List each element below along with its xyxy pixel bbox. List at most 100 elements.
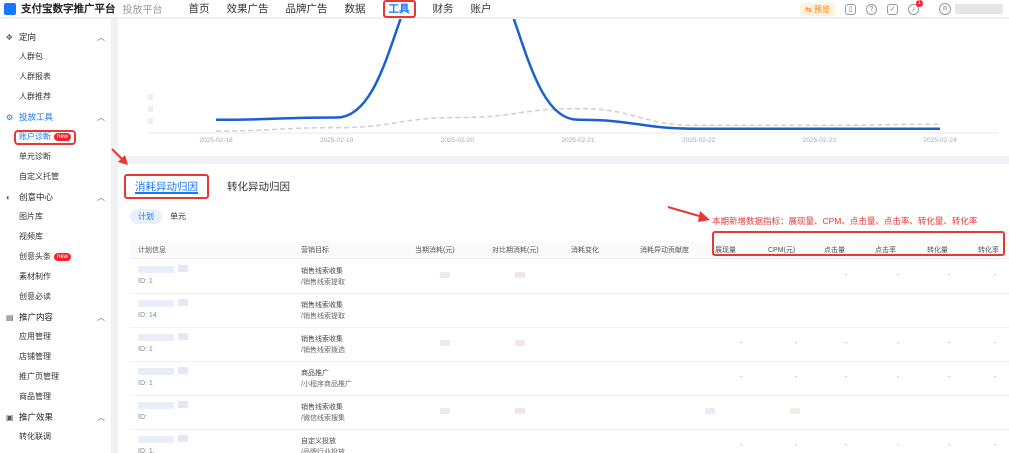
marketing-goal-sub: /销售线索拨选	[301, 347, 345, 354]
avatar[interactable]: ⍝	[939, 3, 951, 15]
new-metrics-note: 本期新增数据指标：展现量、CPM、点击量、点击率、转化量、转化率	[712, 216, 978, 226]
sidebar-item-audience-recommend[interactable]: 人群推荐	[0, 87, 111, 107]
tab-cost-change-attribution[interactable]: 消耗异动归因	[124, 174, 209, 199]
help-icon[interactable]: ?	[866, 3, 877, 15]
sidebar-item-creative-must-read[interactable]: 创意必读	[0, 287, 111, 307]
metric-empty-value: -	[740, 442, 743, 449]
metric-value-redacted	[440, 272, 450, 278]
sidebar-group-targeting[interactable]: ✥ 定向 ︿	[0, 27, 111, 47]
content-icon: ▤	[6, 312, 14, 322]
table-row[interactable]: ID: 1 商品推广/小程序商品推广 - - - - - -	[130, 362, 1009, 396]
sidebar-item-label: 创意必读	[19, 292, 51, 301]
marketing-goal-sub: /品牌行业投放	[301, 449, 345, 453]
sidebar-item-unit-diagnosis[interactable]: 单元诊断	[0, 147, 111, 167]
bell-icon[interactable]: ♪ 1	[908, 0, 923, 15]
metric-value-redacted	[515, 408, 525, 414]
preview-badge[interactable]: ⇆ 预览	[800, 2, 835, 16]
nav-finance[interactable]: 财务	[433, 0, 454, 18]
plan-name-redacted	[178, 299, 188, 306]
col-current-cost[interactable]: 当期消耗(元)	[415, 245, 455, 255]
brand-name: 支付宝数字推广平台	[21, 3, 116, 15]
nav-account[interactable]: 账户	[471, 0, 492, 18]
x-tick-label: 2025-02-20	[441, 137, 475, 144]
col-cost-contribution[interactable]: 消耗异动贡献度	[640, 245, 689, 255]
metric-empty-value: -	[795, 340, 798, 347]
sidebar: ✥ 定向 ︿ 人群包 人群报表 人群推荐 ⚙ 投放工具 ︿ 账户诊断 new 单…	[0, 19, 112, 453]
segment-unit[interactable]: 单元	[162, 209, 194, 224]
col-marketing-goal[interactable]: 营销目标	[301, 245, 329, 255]
nav-brand-ads[interactable]: 品牌广告	[286, 0, 328, 18]
metric-empty-value: -	[845, 340, 848, 347]
plan-name-redacted[interactable]	[138, 266, 174, 273]
level-segment: 计划 单元	[130, 209, 194, 224]
sidebar-item-label: 账户诊断	[19, 132, 51, 141]
x-tick-label: 2025-02-23	[803, 137, 837, 144]
plan-name-redacted[interactable]	[138, 402, 174, 409]
chevron-up-icon: ︿	[97, 112, 105, 122]
clipboard-icon[interactable]: ✓	[887, 3, 898, 15]
sidebar-group-creative-center[interactable]: ◐ 创意中心 ︿	[0, 187, 111, 207]
plan-id: ID: 1.	[138, 448, 155, 453]
table-row[interactable]: ID: 销售线索收集/微信线索搜集	[130, 396, 1009, 430]
sidebar-item-account-diagnosis[interactable]: 账户诊断 new	[0, 127, 111, 147]
table-row[interactable]: ID: 1. 自定义投放/品牌行业投放 - - - - - -	[130, 430, 1009, 453]
marketing-goal-sub: /小程序商品推广	[301, 381, 352, 388]
document-icon[interactable]: ▯	[845, 3, 856, 15]
plan-name-redacted[interactable]	[138, 334, 174, 341]
nav-home[interactable]: 首页	[189, 0, 210, 18]
nav-data[interactable]: 数据	[345, 0, 366, 18]
metric-empty-value: -	[795, 374, 798, 381]
sidebar-item-app-management[interactable]: 应用管理	[0, 327, 111, 347]
sidebar-item-product-management[interactable]: 商品管理	[0, 387, 111, 407]
sidebar-item-material-production[interactable]: 素材制作	[0, 267, 111, 287]
sidebar-item-audience-report[interactable]: 人群报表	[0, 67, 111, 87]
sidebar-group-delivery-tools[interactable]: ⚙ 投放工具 ︿	[0, 107, 111, 127]
sidebar-item-landing-page-management[interactable]: 推广页管理	[0, 367, 111, 387]
plan-name-redacted[interactable]	[138, 436, 174, 443]
col-cost-change[interactable]: 消耗变化	[571, 245, 599, 255]
y-tick-label-redacted	[148, 106, 153, 112]
metric-empty-value: -	[845, 442, 848, 449]
brand-subtitle[interactable]: 投放平台	[123, 1, 163, 16]
sidebar-group-promo-content[interactable]: ▤ 推广内容 ︿	[0, 307, 111, 327]
col-plan-info[interactable]: 计划信息	[138, 245, 166, 255]
sidebar-item-label: 应用管理	[19, 332, 51, 341]
col-compare-cost[interactable]: 对比期消耗(元)	[492, 245, 539, 255]
sidebar-item-video-library[interactable]: 视频库	[0, 227, 111, 247]
segment-plan[interactable]: 计划	[130, 209, 162, 224]
table-row[interactable]: ID: 1 销售线索收集/销售线索拨选 - - - - - -	[130, 328, 1009, 362]
sidebar-item-image-library[interactable]: 图片库	[0, 207, 111, 227]
x-tick-label: 2025-02-22	[682, 137, 716, 144]
marketing-goal-sub: /微信线索搜集	[301, 415, 345, 422]
sidebar-group-promo-effect[interactable]: ▣ 推广效果 ︿	[0, 407, 111, 427]
sidebar-item-label: 人群推荐	[19, 92, 51, 101]
table-row[interactable]: ID: 14 销售线索收集/销售线索提取	[130, 294, 1009, 328]
sidebar-item-creative-headline[interactable]: 创意头条 new	[0, 247, 111, 267]
nav-performance-ads[interactable]: 效果广告	[227, 0, 269, 18]
sidebar-item-conversion-debug[interactable]: 转化联调	[0, 427, 111, 447]
tab-conversion-change-attribution[interactable]: 转化异动归因	[227, 179, 290, 194]
marketing-goal: 销售线索收集	[301, 302, 343, 309]
marketing-goal-sub: /销售线索提取	[301, 279, 345, 286]
metric-empty-value: -	[845, 272, 848, 279]
sidebar-item-store-management[interactable]: 店铺管理	[0, 347, 111, 367]
table-row[interactable]: ID: 1 销售线索收集/销售线索提取 - - - -	[130, 260, 1009, 294]
plan-name-redacted[interactable]	[138, 300, 174, 307]
plan-name-redacted	[178, 401, 188, 408]
nav-tools[interactable]: 工具	[382, 0, 416, 18]
metric-empty-value: -	[897, 272, 900, 279]
sidebar-item-custom-hosting[interactable]: 自定义托管	[0, 167, 111, 187]
sidebar-item-label: 自定义托管	[19, 172, 59, 181]
user-name-redacted[interactable]	[955, 4, 1003, 14]
metric-value-redacted	[515, 340, 525, 346]
x-tick-label: 2025-02-18	[199, 137, 233, 144]
metric-empty-value: -	[795, 442, 798, 449]
plan-name-redacted	[178, 333, 188, 340]
trend-chart-card: 2025-02-18 2025-02-19 2025-02-20 2025-02-21…	[118, 19, 1009, 156]
plan-name-redacted[interactable]	[138, 368, 174, 375]
metric-value-redacted	[440, 408, 450, 414]
sidebar-item-audience-pack[interactable]: 人群包	[0, 47, 111, 67]
top-bar: 支付宝数字推广平台 投放平台 首页 效果广告 品牌广告 数据 工具 财务 账户 …	[0, 0, 1009, 18]
plan-id: ID: 14	[138, 312, 157, 319]
metric-value-redacted	[515, 272, 525, 278]
